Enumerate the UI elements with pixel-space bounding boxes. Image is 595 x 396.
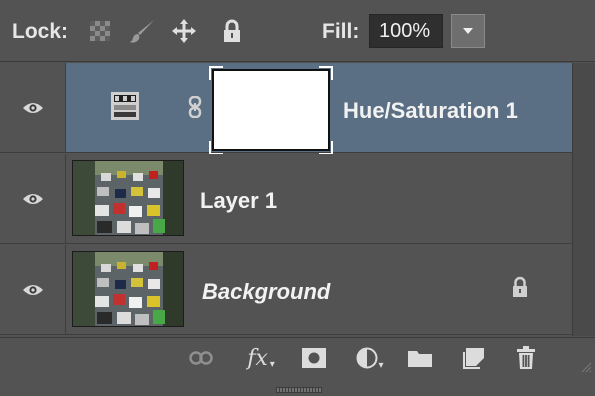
lock-all-padlock-icon[interactable] [218, 17, 246, 45]
fill-opacity-field[interactable]: 100% [369, 14, 443, 48]
eye-icon [22, 102, 43, 113]
dropdown-indicator: ▾ [378, 359, 384, 371]
fill-dropdown-button[interactable] [451, 14, 485, 48]
layers-bottom-toolbar: fx ▾ ▾ [0, 337, 595, 377]
dropdown-indicator: ▾ [269, 358, 275, 370]
layer-name[interactable]: Layer 1 [200, 188, 277, 214]
trash-icon[interactable] [513, 346, 539, 370]
layer-row-layer-1[interactable]: Layer 1 [0, 154, 572, 244]
group-folder-icon[interactable] [406, 346, 434, 370]
lock-transparent-pixels-icon[interactable] [86, 17, 114, 45]
layers-list: Hue/Saturation 1 Layer 1 Background [0, 63, 572, 336]
mask-selected-corner [209, 66, 223, 80]
chevron-down-icon [463, 28, 473, 34]
mask-selected-corner [319, 66, 333, 80]
lock-label: Lock: [12, 20, 69, 43]
layer-name[interactable]: Background [202, 279, 330, 305]
link-layers-icon[interactable] [188, 346, 214, 370]
layer-row-background[interactable]: Background [0, 245, 572, 335]
layer-mask-icon[interactable] [301, 346, 327, 370]
visibility-toggle[interactable] [0, 63, 66, 152]
mask-selected-corner [319, 141, 333, 155]
panel-drag-grip-icon[interactable] [276, 380, 322, 393]
mask-link-chain-icon[interactable] [187, 95, 203, 119]
fx-label: fx [247, 345, 268, 371]
adjustment-layer-icon[interactable]: ▾ [354, 346, 386, 371]
fx-icon[interactable]: fx ▾ [243, 345, 279, 371]
layer-locked-padlock-icon [511, 276, 529, 298]
lock-position-move-icon[interactable] [170, 17, 198, 45]
adjustment-layer-type-icon [110, 91, 140, 121]
resize-grip-icon[interactable] [580, 360, 592, 373]
layer-thumbnail-traffic-photo [72, 251, 184, 327]
new-layer-icon[interactable] [461, 346, 487, 370]
mask-selected-corner [209, 141, 223, 155]
eye-icon [22, 284, 43, 295]
visibility-toggle[interactable] [0, 154, 66, 243]
fill-label: Fill: [322, 20, 360, 43]
lock-fill-bar: Lock: Fill: 100% [0, 0, 595, 62]
lock-image-pixels-brush-icon[interactable] [128, 17, 156, 45]
layer-row-hue-saturation[interactable]: Hue/Saturation 1 [0, 63, 572, 155]
visibility-toggle[interactable] [0, 245, 66, 334]
eye-icon [22, 193, 43, 204]
layer-name[interactable]: Hue/Saturation 1 [343, 98, 518, 124]
layers-scrollbar[interactable] [572, 63, 595, 336]
layer-thumbnail-traffic-photo [72, 160, 184, 236]
layer-mask-thumbnail[interactable] [212, 69, 330, 151]
